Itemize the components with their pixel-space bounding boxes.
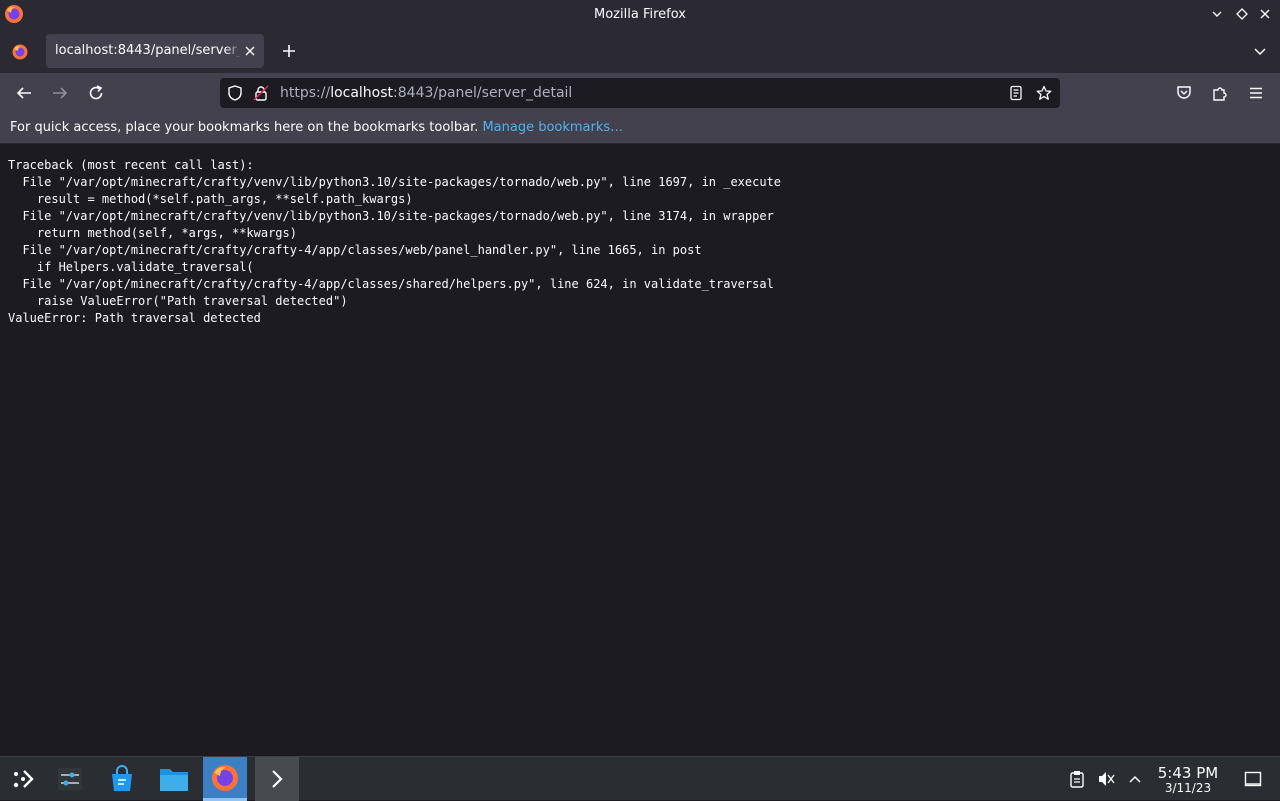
url-text: https://localhost:8443/panel/server_deta… [280,85,572,101]
manage-bookmarks-link[interactable]: Manage bookmarks… [482,120,623,135]
navigation-toolbar: https://localhost:8443/panel/server_deta… [0,73,1280,113]
bookmarks-empty-message: For quick access, place your bookmarks h… [10,120,623,135]
terminal-icon[interactable] [255,757,299,801]
traceback-line: raise ValueError("Path traversal detecte… [8,294,348,308]
url-bar[interactable]: https://localhost:8443/panel/server_deta… [220,78,1060,108]
system-tray-expand-icon[interactable] [1125,769,1145,789]
new-tab-icon[interactable] [278,40,300,62]
clock-time: 5:43 PM [1157,764,1219,782]
firefox-view-icon[interactable] [10,42,30,62]
bookmarks-toolbar: For quick access, place your bookmarks h… [0,113,1280,144]
pocket-icon[interactable] [1172,81,1196,105]
taskbar: 5:43 PM 3/11/23 [0,756,1280,801]
clock-date: 3/11/23 [1164,781,1212,795]
url-host: localhost [330,85,394,101]
firefox-icon[interactable] [203,757,247,801]
traceback-line: if Helpers.validate_traversal( [8,260,254,274]
bookmarks-message-text: For quick access, place your bookmarks h… [10,120,479,135]
traceback-text: Traceback (most recent call last): File … [8,157,781,327]
traceback-line: File "/var/opt/minecraft/crafty/venv/lib… [8,209,774,223]
page-content: Traceback (most recent call last): File … [0,144,1280,756]
settings-icon[interactable] [48,757,92,801]
minimize-icon[interactable] [1208,5,1226,23]
window-titlebar: Mozilla Firefox [0,0,1280,29]
window-title: Mozilla Firefox [594,7,686,22]
reader-view-icon[interactable] [1007,84,1025,102]
tracking-protection-shield-icon[interactable] [226,84,244,102]
digital-clock[interactable]: 5:43 PM 3/11/23 [1152,765,1224,795]
volume-muted-icon[interactable] [1096,769,1116,789]
back-arrow-icon[interactable] [12,81,36,105]
maximize-icon[interactable] [1233,5,1251,23]
tab-strip: localhost:8443/panel/server_detail [0,29,1280,73]
url-path: :8443/panel/server_detail [393,85,573,101]
close-window-icon[interactable] [1256,5,1274,23]
launcher-icon[interactable] [0,757,44,801]
traceback-line: Traceback (most recent call last): [8,158,254,172]
traceback-line: result = method(*self.path_args, **self.… [8,192,413,206]
insecure-lock-icon[interactable] [252,84,270,102]
show-desktop-icon[interactable] [1243,769,1263,789]
reload-icon[interactable] [84,81,108,105]
list-all-tabs-icon[interactable] [1249,40,1271,62]
close-tab-icon[interactable] [242,43,258,59]
traceback-line: ValueError: Path traversal detected [8,311,261,325]
traceback-line: File "/var/opt/minecraft/crafty/crafty-4… [8,277,774,291]
clipboard-icon[interactable] [1067,769,1087,789]
traceback-line: File "/var/opt/minecraft/crafty/venv/lib… [8,175,782,189]
discover-store-icon[interactable] [100,757,144,801]
forward-arrow-icon[interactable] [48,81,72,105]
traceback-line: return method(self, *args, **kwargs) [8,226,297,240]
hamburger-menu-icon[interactable] [1244,81,1268,105]
tab-active[interactable]: localhost:8443/panel/server_detail [46,34,264,68]
traceback-line: File "/var/opt/minecraft/crafty/crafty-4… [8,243,702,257]
url-scheme: https:// [280,85,331,101]
tab-label: localhost:8443/panel/server_detail [55,43,245,58]
files-icon[interactable] [152,757,196,801]
extensions-puzzle-icon[interactable] [1208,81,1232,105]
bookmark-star-icon[interactable] [1035,84,1053,102]
